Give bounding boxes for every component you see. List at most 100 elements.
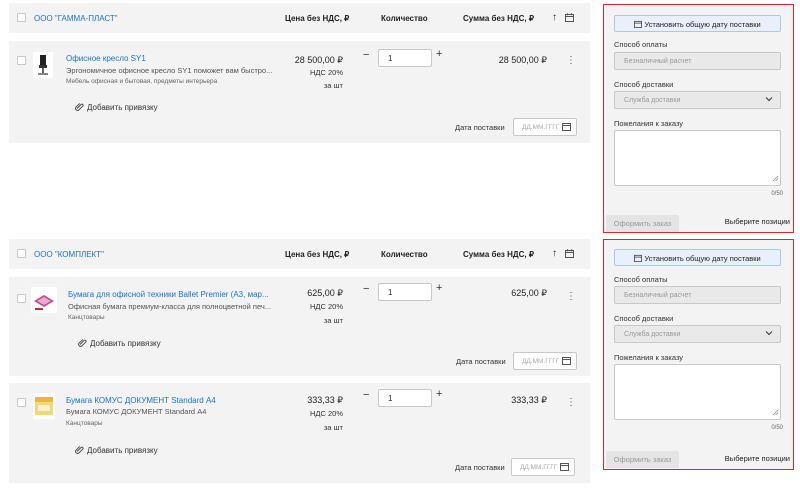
vat-label: НДС 20% xyxy=(309,409,343,418)
delivery-method-value: Служба доставки xyxy=(624,97,681,104)
quantity-input[interactable]: 1 xyxy=(378,283,432,301)
date-placeholder: ДД.ММ.ГГГГ xyxy=(520,464,558,471)
sum-column-header: Сумма без НДС, ₽ xyxy=(463,250,534,259)
order-wishes-label: Пожелания к заказу xyxy=(614,119,684,128)
sort-icon[interactable]: ↑ xyxy=(552,248,557,259)
product-checkbox[interactable] xyxy=(17,398,26,407)
supplier-link[interactable]: ООО "КОМПЛЕКТ" xyxy=(34,250,104,259)
decrease-quantity-button[interactable]: − xyxy=(363,283,369,295)
resize-grip-icon[interactable] xyxy=(772,174,779,183)
delivery-date-input[interactable]: ДД.ММ.ГГГГ xyxy=(513,352,577,370)
product-row: Бумага КОМУС ДОКУМЕНТ Standard А4 Бумага… xyxy=(9,383,590,483)
payment-method-label: Способ оплаты xyxy=(614,275,668,284)
kebab-icon[interactable]: ⋮ xyxy=(566,291,576,302)
quantity-input[interactable]: 1 xyxy=(378,389,432,407)
select-all-checkbox[interactable] xyxy=(17,13,26,22)
delivery-date-input[interactable]: ДД.ММ.ГГГГ xyxy=(513,118,577,136)
product-description: Эргономичное офисное кресло SY1 поможет … xyxy=(66,66,273,75)
kebab-icon[interactable]: ⋮ xyxy=(566,397,576,408)
sort-icon[interactable]: ↑ xyxy=(552,12,557,23)
calendar-icon[interactable] xyxy=(560,462,569,473)
product-checkbox[interactable] xyxy=(17,56,26,65)
quantity-column-header: Количество xyxy=(381,14,428,23)
increase-quantity-button[interactable]: + xyxy=(436,282,442,294)
product-sum: 333,33 ₽ xyxy=(511,395,547,405)
set-common-date-button[interactable]: Установить общую дату поставки xyxy=(614,15,781,32)
product-category: Канцтовары xyxy=(66,420,103,427)
paperclip-icon xyxy=(75,102,84,113)
date-placeholder: ДД.ММ.ГГГГ xyxy=(522,358,560,365)
calendar-icon[interactable] xyxy=(562,122,571,133)
delivery-method-value: Служба доставки xyxy=(624,331,681,338)
char-counter: 0/50 xyxy=(771,425,783,431)
unit-label: за шт xyxy=(323,316,343,325)
set-common-date-button[interactable]: Установить общую дату поставки xyxy=(614,249,781,266)
paperclip-icon xyxy=(78,338,87,349)
delivery-method-select[interactable]: Служба доставки xyxy=(614,325,781,343)
price-column-header: Цена без НДС, ₽ xyxy=(285,14,350,23)
delivery-date-label: Дата поставки xyxy=(455,123,505,132)
payment-method-label: Способ оплаты xyxy=(614,40,668,49)
char-counter: 0/50 xyxy=(771,191,783,197)
order-wishes-label: Пожелания к заказу xyxy=(614,353,684,362)
quantity-input[interactable]: 1 xyxy=(378,49,432,67)
product-image xyxy=(33,52,53,78)
calendar-icon[interactable] xyxy=(565,249,574,260)
add-binding-link[interactable]: Добавить привязку xyxy=(90,339,161,348)
product-category: Канцтовары xyxy=(68,314,105,321)
select-all-checkbox[interactable] xyxy=(17,249,26,258)
delivery-date-label: Дата поставки xyxy=(456,357,506,366)
payment-method-field: Безналичный расчет xyxy=(614,52,781,70)
supplier-header: ООО "ГАММА-ПЛАСТ" Цена без НДС, ₽ Количе… xyxy=(9,3,590,33)
product-name-link[interactable]: Офисное кресло SY1 xyxy=(66,54,146,63)
kebab-icon[interactable]: ⋮ xyxy=(566,55,576,66)
add-binding-link[interactable]: Добавить привязку xyxy=(87,103,158,112)
product-image xyxy=(33,393,55,419)
decrease-quantity-button[interactable]: − xyxy=(363,389,369,401)
delivery-method-label: Способ доставки xyxy=(614,80,674,89)
order-wishes-textarea[interactable] xyxy=(614,364,781,420)
decrease-quantity-button[interactable]: − xyxy=(363,49,369,61)
choose-items-hint: Выберите позиции xyxy=(724,217,790,226)
product-row: Бумага для офисной техники Ballet Premie… xyxy=(9,277,590,376)
product-price: 333,33 ₽ xyxy=(307,395,343,405)
increase-quantity-button[interactable]: + xyxy=(436,388,442,400)
product-price: 28 500,00 ₽ xyxy=(294,55,343,65)
increase-quantity-button[interactable]: + xyxy=(436,48,442,60)
unit-label: за шт xyxy=(323,81,343,90)
order-panel: Установить общую дату поставки Способ оп… xyxy=(603,239,794,470)
delivery-method-label: Способ доставки xyxy=(614,314,674,323)
product-name-link[interactable]: Бумага КОМУС ДОКУМЕНТ Standard А4 xyxy=(66,396,216,405)
chevron-down-icon xyxy=(765,96,773,104)
product-name-link[interactable]: Бумага для офисной техники Ballet Premie… xyxy=(68,290,269,299)
supplier-header: ООО "КОМПЛЕКТ" Цена без НДС, ₽ Количеств… xyxy=(9,239,590,269)
unit-label: за шт xyxy=(323,423,343,432)
product-description: Офисная бумага премиум-класса для полноц… xyxy=(68,302,272,311)
product-price: 625,00 ₽ xyxy=(307,288,343,298)
calendar-icon[interactable] xyxy=(562,356,571,367)
place-order-button[interactable]: Оформить заказ xyxy=(606,451,679,468)
product-row: Офисное кресло SY1 Эргономичное офисное … xyxy=(9,41,590,143)
delivery-method-select[interactable]: Служба доставки xyxy=(614,91,781,109)
price-column-header: Цена без НДС, ₽ xyxy=(285,250,350,259)
product-category: Мебель офисная и бытовая, предметы интер… xyxy=(66,78,218,85)
product-checkbox[interactable] xyxy=(17,294,26,303)
chevron-down-icon xyxy=(765,330,773,338)
choose-items-hint: Выберите позиции xyxy=(724,454,790,463)
order-wishes-textarea[interactable] xyxy=(614,130,781,186)
product-image xyxy=(31,287,57,313)
add-binding-link[interactable]: Добавить привязку xyxy=(87,446,158,455)
calendar-icon[interactable] xyxy=(565,13,574,24)
payment-method-field: Безналичный расчет xyxy=(614,286,781,304)
vat-label: НДС 20% xyxy=(309,302,343,311)
product-description: Бумага КОМУС ДОКУМЕНТ Standard А4 xyxy=(66,407,207,416)
vat-label: НДС 20% xyxy=(309,68,343,77)
set-common-date-label: Установить общую дату поставки xyxy=(644,254,761,263)
order-panel: Установить общую дату поставки Способ оп… xyxy=(603,4,794,233)
sum-column-header: Сумма без НДС, ₽ xyxy=(463,14,534,23)
supplier-link[interactable]: ООО "ГАММА-ПЛАСТ" xyxy=(34,14,118,23)
delivery-date-input[interactable]: ДД.ММ.ГГГГ xyxy=(511,458,575,476)
place-order-button[interactable]: Оформить заказ xyxy=(606,215,679,232)
resize-grip-icon[interactable] xyxy=(772,408,779,417)
date-placeholder: ДД.ММ.ГГГГ xyxy=(522,124,560,131)
